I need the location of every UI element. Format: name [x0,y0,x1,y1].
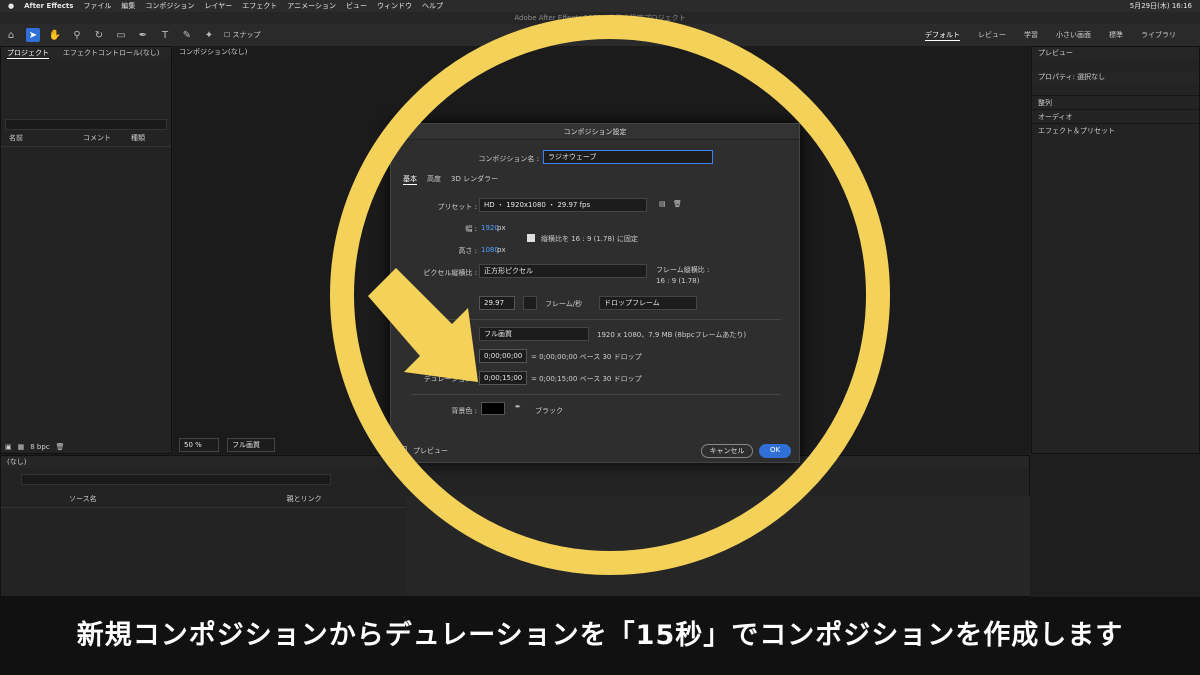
workspace-tabs: デフォルト レビュー 学習 小さい画面 標準 ライブラリ [925,30,1196,41]
menu-file[interactable]: ファイル [83,1,111,11]
bpc-badge[interactable]: 8 bpc [30,443,49,451]
right-panel: プレビュー プロパティ: 選択なし 整列 オーディオ エフェクト＆プリセット [1031,46,1200,454]
col-source-name[interactable]: ソース名 [69,494,97,504]
col-comment[interactable]: コメント [83,133,111,143]
viewer-footer: 50 % フル画質 [179,438,275,452]
subtitle-caption: 新規コンポジションからデュレーションを「15秒」でコンポジションを作成します [0,597,1200,675]
tab-composition[interactable]: コンポジション(なし) [179,48,247,56]
zoom-select[interactable]: 50 % [179,438,219,452]
menu-help[interactable]: ヘルプ [422,1,443,11]
effects-presets-panel[interactable]: エフェクト＆プリセット [1032,123,1199,137]
text-tool-icon[interactable]: T [158,28,172,42]
menu-effect[interactable]: エフェクト [242,1,277,11]
rotate-tool-icon[interactable]: ↻ [92,28,106,42]
rectangle-tool-icon[interactable]: ▭ [114,28,128,42]
arrow-pointer-icon [368,268,478,382]
properties-header[interactable]: プロパティ: 選択なし [1032,71,1199,83]
snap-checkbox[interactable]: ☐ スナップ [224,30,261,40]
quality-select[interactable]: フル画質 [227,438,275,452]
clock: 5月29日(木) 16:16 [1129,2,1192,10]
tab-project[interactable]: プロジェクト [7,47,49,59]
workspace-review[interactable]: レビュー [978,30,1006,41]
project-search-input[interactable] [5,119,167,130]
menu-window[interactable]: ウィンドウ [377,1,412,11]
apple-icon[interactable]: ● [8,2,14,10]
preview-header[interactable]: プレビュー [1032,47,1199,59]
timeline-search-input[interactable] [21,474,331,485]
project-footer: ▣ ▦ 8 bpc 🗑 [5,443,65,451]
workspace-standard[interactable]: 標準 [1109,30,1123,41]
menu-view[interactable]: ビュー [346,1,367,11]
workspace-small-screen[interactable]: 小さい画面 [1056,30,1091,41]
trash-icon[interactable]: 🗑 [56,443,65,451]
col-name[interactable]: 名前 [9,133,23,143]
timeline-columns: ソース名 親とリンク [1,491,405,508]
snap-label: スナップ [232,31,261,39]
hand-tool-icon[interactable]: ✋ [48,28,62,42]
menu-edit[interactable]: 編集 [121,1,135,11]
puppet-tool-icon[interactable]: ✦ [202,28,216,42]
selection-tool-icon[interactable]: ➤ [26,28,40,42]
project-columns: 名前 コメント 種類 [1,130,171,147]
workspace-libraries[interactable]: ライブラリ [1141,30,1176,41]
audio-panel[interactable]: オーディオ [1032,109,1199,123]
col-type[interactable]: 種類 [131,133,145,143]
new-comp-icon[interactable]: ▦ [18,443,25,451]
home-icon[interactable]: ⌂ [4,28,18,42]
app-name[interactable]: After Effects [24,2,73,10]
menu-composition[interactable]: コンポジション [145,1,194,11]
zoom-tool-icon[interactable]: ⚲ [70,28,84,42]
align-panel[interactable]: 整列 [1032,95,1199,109]
workspace-default[interactable]: デフォルト [925,30,960,41]
brush-tool-icon[interactable]: ✎ [180,28,194,42]
project-panel: プロジェクト エフェクトコントロール(なし) 名前 コメント 種類 ▣ ▦ 8 … [0,46,172,454]
pen-tool-icon[interactable]: ✒ [136,28,150,42]
tab-effect-controls[interactable]: エフェクトコントロール(なし) [63,47,159,59]
menu-layer[interactable]: レイヤー [204,1,232,11]
tab-timeline[interactable]: (なし) [7,458,26,466]
folder-icon[interactable]: ▣ [5,443,12,451]
workspace-learn[interactable]: 学習 [1024,30,1038,41]
col-parent[interactable]: 親とリンク [287,494,322,504]
menubar: ● After Effects ファイル 編集 コンポジション レイヤー エフェ… [0,0,1200,12]
menu-animation[interactable]: アニメーション [287,1,336,11]
